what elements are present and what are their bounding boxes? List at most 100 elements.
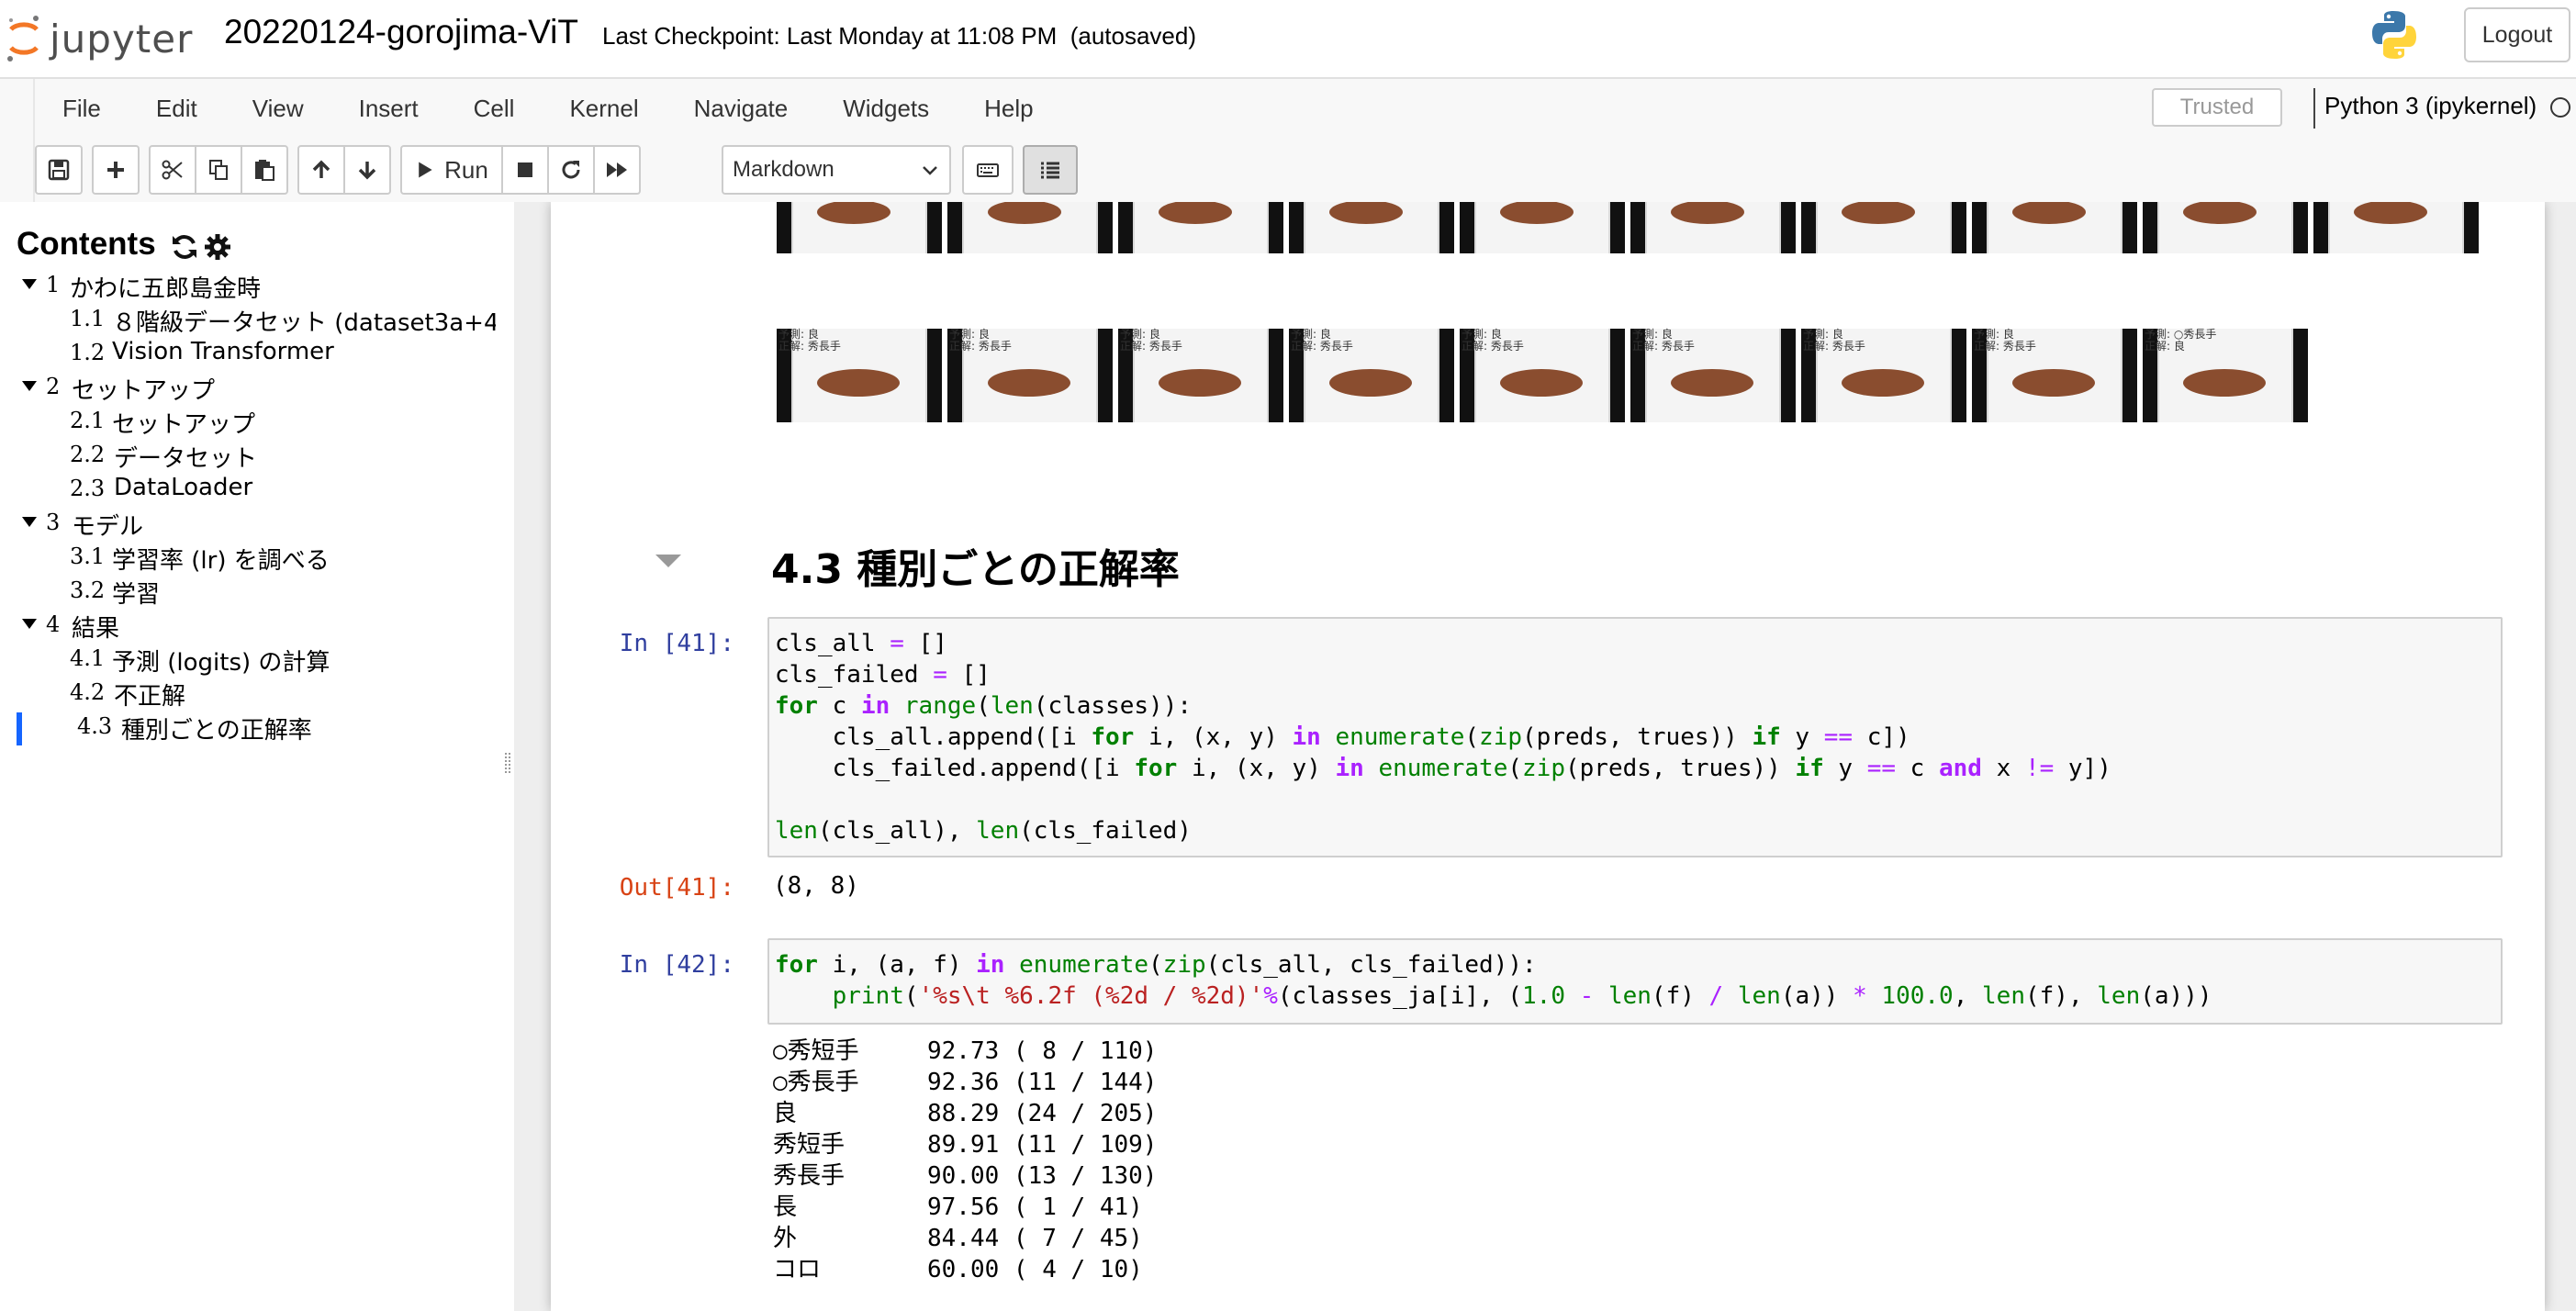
insert-cell-button[interactable] (92, 145, 140, 195)
toc-label: DataLoader (114, 474, 253, 501)
chevron-down-icon (923, 166, 937, 175)
toc-num: 1.1 (70, 306, 106, 331)
toc-num: 1.2 (70, 340, 106, 365)
toc-num: 4.1 (70, 645, 106, 671)
move-up-button[interactable] (297, 145, 345, 195)
copy-button[interactable] (195, 145, 242, 195)
toc-item-1-1[interactable]: 1.1 ８階級データセット (dataset3a+4+5 (0, 304, 496, 337)
cell-type-value: Markdown (733, 157, 834, 182)
toc-num: 3.2 (70, 577, 106, 603)
sidebar-resize-handle[interactable] (505, 753, 510, 773)
restart-run-all-button[interactable] (593, 145, 641, 195)
caret-down-icon (22, 279, 37, 289)
menu-cell[interactable]: Cell (446, 79, 543, 138)
toc-item-3[interactable]: 3 モデル (0, 508, 496, 541)
class-name: ○秀長手 (773, 1069, 859, 1096)
jupyter-notebook-window: jupyter 20220124-gorojima-ViT Last Check… (0, 0, 2576, 1311)
image-label: 予測: 良 正解: 秀長手 (949, 328, 1012, 353)
toc-item-4[interactable]: 4 結果 (0, 610, 496, 643)
menu-navigate[interactable]: Navigate (666, 79, 816, 138)
toc-num: 3 (46, 510, 61, 535)
code-cell-42[interactable]: for i, (a, f) in enumerate(zip(cls_all, … (767, 938, 2503, 1025)
notebook-page: 予測: 良 正解: 秀長手 予測: 良 正解: 秀長手 予測: 良 正解: 秀長… (551, 202, 2545, 1311)
menu-widgets[interactable]: Widgets (815, 79, 957, 138)
output-row: 外 84.44 ( 7 / 45) (773, 1223, 1143, 1254)
paste-button[interactable] (241, 145, 288, 195)
save-button[interactable] (35, 145, 83, 195)
refresh-icon[interactable] (169, 231, 200, 263)
toc-toggle-button[interactable] (1023, 145, 1078, 195)
menu-edit[interactable]: Edit (129, 79, 225, 138)
cell-type-select[interactable]: Markdown (722, 145, 951, 195)
collapse-heading-caret-icon[interactable] (655, 555, 681, 567)
image-thumbnail: 予測: ○秀長手 正解: 良 (2143, 329, 2308, 422)
class-name: 長 (773, 1193, 798, 1221)
image-thumbnail (1460, 202, 1625, 253)
image-thumbnail (2143, 202, 2308, 253)
toc-item-2[interactable]: 2 セットアップ (0, 372, 496, 405)
toc-num: 1 (46, 272, 61, 297)
toc-label: ８階級データセット (dataset3a+4+5 (112, 309, 496, 337)
image-label: 予測: 良 正解: 秀長手 (1291, 328, 1353, 353)
input-prompt: In [42]: (619, 951, 734, 979)
image-thumbnail (1118, 202, 1283, 253)
toc-label: セットアップ (112, 411, 256, 439)
kernel-name[interactable]: Python 3 (ipykernel) (2324, 92, 2537, 120)
toc-item-2-1[interactable]: 2.1 セットアップ (0, 406, 496, 439)
gear-icon[interactable] (204, 233, 231, 261)
output-row: 長 97.56 ( 1 / 41) (773, 1192, 1143, 1223)
stop-icon (518, 162, 532, 177)
jupyter-logo[interactable]: jupyter (6, 9, 198, 68)
image-label: 予測: 良 正解: 秀長手 (1632, 328, 1695, 353)
logo-text: jupyter (50, 17, 194, 62)
image-label: 予測: 良 正解: 秀長手 (778, 328, 841, 353)
code-cell-41[interactable]: cls_all = [] cls_failed = [] for c in ra… (767, 617, 2503, 857)
copy-icon (209, 160, 228, 180)
logout-button[interactable]: Logout (2464, 7, 2570, 62)
menubar-inner: File Edit View Insert Cell Kernel Naviga… (33, 79, 2576, 215)
kernel-idle-indicator-icon (2550, 97, 2570, 118)
jupyter-logo-icon (7, 16, 39, 62)
image-thumbnail (947, 202, 1113, 253)
toc-item-4-2[interactable]: 4.2 不正解 (0, 678, 496, 711)
arrow-up-icon (312, 160, 330, 178)
command-palette-button[interactable] (962, 145, 1014, 195)
output-prompt: Out[41]: (619, 874, 734, 902)
trusted-badge[interactable]: Trusted (2152, 88, 2282, 127)
move-down-button[interactable] (343, 145, 391, 195)
class-name: 秀短手 (773, 1131, 846, 1159)
paste-icon (255, 160, 274, 181)
toc-item-4-3-active[interactable]: 4.3 種別ごとの正解率 (0, 712, 496, 745)
output-row: コロ 60.00 ( 4 / 10) (773, 1254, 1143, 1285)
menu-kernel[interactable]: Kernel (542, 79, 666, 138)
menu-help[interactable]: Help (957, 79, 1060, 138)
python-logo-icon (2372, 11, 2416, 59)
code-line: cls_failed = [] (775, 661, 991, 689)
kernel-separator (2313, 88, 2315, 129)
menu-file[interactable]: File (35, 79, 129, 138)
image-label: 予測: 良 正解: 秀長手 (1803, 328, 1865, 353)
toc-item-1[interactable]: 1 かわに五郎島金時 (0, 270, 496, 303)
restart-button[interactable] (547, 145, 595, 195)
menu-insert[interactable]: Insert (331, 79, 446, 138)
toc-item-2-3[interactable]: 2.3 DataLoader (0, 474, 496, 507)
toc-item-1-2[interactable]: 1.2 Vision Transformer (0, 338, 496, 371)
output-row: 秀短手 89.91 (11 / 109) (773, 1129, 1157, 1160)
toc-item-4-1[interactable]: 4.1 予測 (logits) の計算 (0, 644, 496, 677)
run-label: Run (444, 155, 488, 184)
run-button[interactable]: Run (400, 145, 503, 195)
notebook-title[interactable]: 20220124-gorojima-ViT (224, 13, 578, 51)
accuracy-values: 90.00 (13 / 130) (927, 1162, 1158, 1190)
interrupt-button[interactable] (501, 145, 549, 195)
checkpoint-text: Last Checkpoint: Last Monday at 11:08 PM (602, 22, 1058, 50)
image-thumbnail: 予測: 良 正解: 秀長手 (777, 329, 942, 422)
cut-button[interactable] (149, 145, 196, 195)
toc-item-3-2[interactable]: 3.2 学習 (0, 576, 496, 609)
arrow-down-icon (358, 162, 376, 180)
image-thumbnail (1972, 202, 2137, 253)
menu-view[interactable]: View (225, 79, 331, 138)
image-thumbnail: 予測: 良 正解: 秀長手 (947, 329, 1113, 422)
toc-item-2-2[interactable]: 2.2 データセット (0, 440, 496, 473)
toc-item-3-1[interactable]: 3.1 学習率 (lr) を調べる (0, 542, 496, 575)
toc-num: 3.1 (70, 543, 106, 569)
